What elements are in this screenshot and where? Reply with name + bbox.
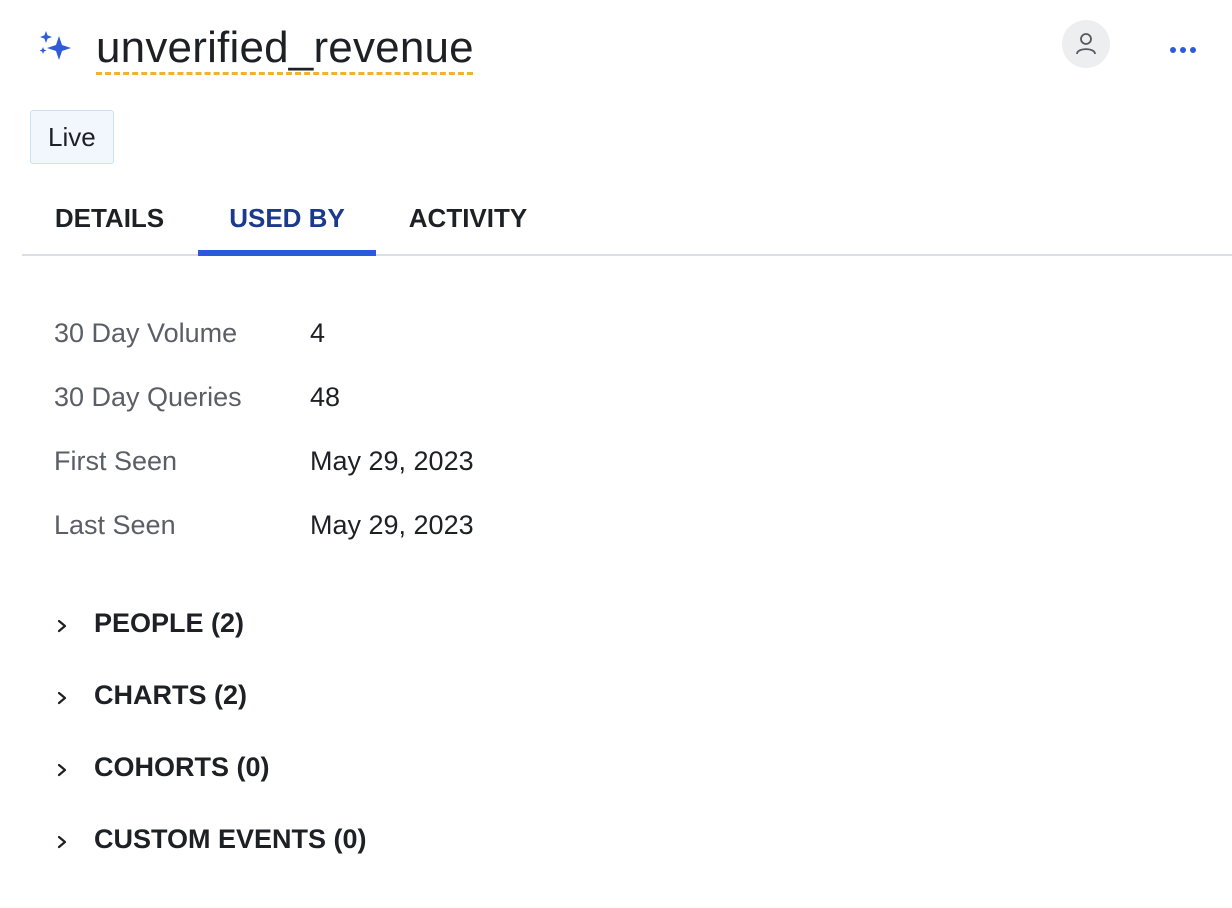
- stat-label: 30 Day Queries: [54, 382, 242, 412]
- chevron-right-icon: [57, 619, 67, 633]
- stat-value: 4: [310, 318, 326, 348]
- stat-value: May 29, 2023: [310, 446, 474, 476]
- section-label: COHORTS (0): [94, 752, 270, 782]
- page-header: unverified_revenue: [0, 0, 1232, 100]
- section-label: CUSTOM EVENTS (0): [94, 824, 367, 854]
- more-dot-icon: [1170, 47, 1176, 53]
- sparkle-icon: [39, 31, 71, 60]
- stat-value: 48: [310, 382, 341, 412]
- user-icon: [1076, 33, 1096, 55]
- tab-details[interactable]: DETAILS: [22, 186, 197, 254]
- section-label: PEOPLE (2): [94, 608, 245, 638]
- more-options-button[interactable]: [1160, 34, 1206, 66]
- tab-used-by[interactable]: USED BY: [198, 186, 376, 256]
- more-dot-icon: [1190, 47, 1196, 53]
- status-badge: Live: [30, 110, 114, 164]
- avatar-button[interactable]: [1062, 20, 1110, 68]
- stat-label: First Seen: [54, 446, 178, 476]
- section-charts[interactable]: CHARTS (2): [44, 664, 644, 736]
- section-cohorts[interactable]: COHORTS (0): [44, 736, 644, 808]
- chevron-right-icon: [57, 763, 67, 777]
- tab-activity[interactable]: ACTIVITY: [388, 186, 548, 254]
- section-people[interactable]: PEOPLE (2): [44, 592, 644, 664]
- stat-label: 30 Day Volume: [54, 318, 238, 348]
- stat-label: Last Seen: [54, 510, 176, 540]
- page-title[interactable]: unverified_revenue: [96, 20, 474, 76]
- chevron-right-icon: [57, 691, 67, 705]
- tab-bar: DETAILS USED BY ACTIVITY: [22, 186, 1232, 256]
- section-label: CHARTS (2): [94, 680, 247, 710]
- section-custom-events[interactable]: CUSTOM EVENTS (0): [44, 808, 644, 880]
- used-by-sections: PEOPLE (2) CHARTS (2) COHORTS (0) CUSTOM…: [44, 592, 644, 880]
- more-dot-icon: [1180, 47, 1186, 53]
- chevron-right-icon: [57, 835, 67, 849]
- stat-value: May 29, 2023: [310, 510, 474, 540]
